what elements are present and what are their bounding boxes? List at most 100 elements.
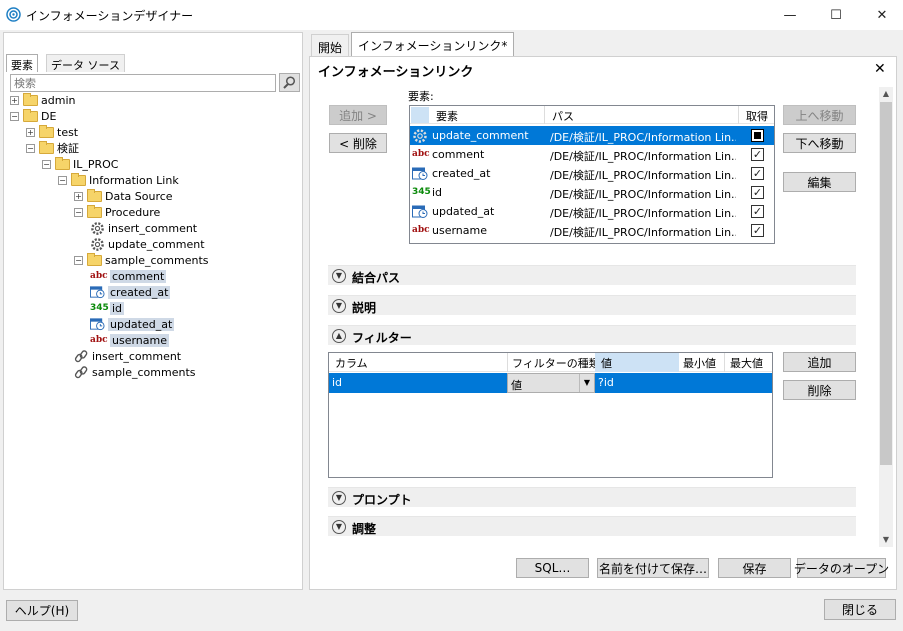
scroll-down-icon[interactable]: ▼ xyxy=(879,533,893,547)
tab-start[interactable]: 開始 xyxy=(311,34,350,56)
tree-item-updated-at[interactable]: updated_at xyxy=(90,316,175,332)
tab-information-link[interactable]: インフォメーションリンク* xyxy=(351,32,515,57)
collapse-icon[interactable]: − xyxy=(10,111,19,121)
maximize-button[interactable]: ☐ xyxy=(813,0,859,30)
filter-row[interactable]: id 値 ▼ ?id xyxy=(329,373,772,393)
table-row[interactable]: updated_at /DE/検証/IL_PROC/Information Li… xyxy=(410,202,774,221)
collapse-icon[interactable]: − xyxy=(74,255,83,265)
filter-table: カラム フィルターの種類 値 最小値 最大値 id 値 ▼ ?id xyxy=(328,352,773,478)
folder-icon xyxy=(87,188,102,202)
tree-item-de[interactable]: − DE xyxy=(10,108,56,124)
column-header-filter-type[interactable]: フィルターの種類 xyxy=(512,355,600,371)
tree-item-comment[interactable]: abc comment xyxy=(90,268,167,284)
tree-item-information-link[interactable]: − Information Link xyxy=(58,172,179,188)
column-header-element[interactable]: 要素 xyxy=(436,108,458,124)
search-input[interactable] xyxy=(10,74,276,92)
table-row[interactable]: abc username /DE/検証/IL_PROC/Information … xyxy=(410,221,774,240)
tree-item-sample-comments[interactable]: − sample_comments xyxy=(74,252,209,268)
close-button[interactable]: 閉じる xyxy=(824,599,896,620)
close-panel-icon[interactable]: ✕ xyxy=(874,61,886,77)
expand-icon[interactable]: + xyxy=(10,95,19,105)
sql-button[interactable]: SQL… xyxy=(516,558,589,578)
scroll-up-icon[interactable]: ▲ xyxy=(879,87,893,101)
number-icon: 345 xyxy=(412,187,431,197)
folder-icon xyxy=(87,252,102,266)
save-as-button[interactable]: 名前を付けて保存… xyxy=(597,558,709,578)
fetch-checkbox[interactable]: ✓ xyxy=(751,186,764,199)
filter-type-select[interactable]: 値 ▼ xyxy=(507,373,595,393)
tree-item-procedure[interactable]: − Procedure xyxy=(74,204,160,220)
collapse-icon[interactable]: − xyxy=(26,143,35,153)
chevron-down-icon: ▼ xyxy=(332,299,346,313)
elements-table: 要素 パス 取得 update_comment /DE/検証/IL_PROC/I… xyxy=(409,105,775,244)
scrollbar-thumb[interactable] xyxy=(880,102,892,465)
tree-item-created-at[interactable]: created_at xyxy=(90,284,171,300)
fetch-checkbox[interactable]: ✓ xyxy=(751,148,764,161)
fetch-checkbox[interactable]: ✓ xyxy=(751,224,764,237)
move-up-button[interactable]: 上へ移動 xyxy=(783,105,856,125)
tree-item-update-comment[interactable]: update_comment xyxy=(90,236,205,252)
tree-item-id[interactable]: 345 id xyxy=(90,300,125,316)
column-header-min[interactable]: 最小値 xyxy=(683,355,716,371)
expand-icon[interactable]: + xyxy=(26,127,35,137)
section-description[interactable]: ▼ 説明 xyxy=(328,295,856,315)
fetch-checkbox[interactable]: ✓ xyxy=(751,205,764,218)
move-down-button[interactable]: 下へ移動 xyxy=(783,133,856,153)
tree-item-kensho[interactable]: − 検証 xyxy=(26,140,79,156)
folder-icon xyxy=(23,92,38,106)
cell-value: ?id xyxy=(598,376,614,389)
fetch-checkbox[interactable] xyxy=(751,129,764,142)
table-row[interactable]: abc comment /DE/検証/IL_PROC/Information L… xyxy=(410,145,774,164)
table-row[interactable]: update_comment /DE/検証/IL_PROC/Informatio… xyxy=(410,126,774,145)
left-panel: 要素 データ ソース +admin −DE +test −検証 −IL_PROC… xyxy=(3,32,303,590)
minimize-button[interactable]: — xyxy=(767,0,813,30)
section-adjust[interactable]: ▼ 調整 xyxy=(328,516,856,536)
fetch-checkbox[interactable]: ✓ xyxy=(751,167,764,180)
folder-icon xyxy=(39,140,54,154)
filter-add-button[interactable]: 追加 xyxy=(783,352,856,372)
collapse-icon[interactable]: − xyxy=(74,207,83,217)
folder-icon xyxy=(23,108,38,122)
add-element-button[interactable]: 追加 > xyxy=(329,105,387,125)
table-row[interactable]: 345 id /DE/検証/IL_PROC/Information Lin...… xyxy=(410,183,774,202)
tree-item-username[interactable]: abc username xyxy=(90,332,169,348)
expand-icon[interactable]: + xyxy=(74,191,83,201)
tree-item-admin[interactable]: + admin xyxy=(10,92,75,108)
section-filter[interactable]: ▲ フィルター xyxy=(328,325,856,345)
tree-item-test[interactable]: + test xyxy=(26,124,78,140)
section-join-path[interactable]: ▼ 結合パス xyxy=(328,265,856,285)
column-header-path[interactable]: パス xyxy=(552,108,574,124)
calendar-icon xyxy=(412,167,428,180)
folder-icon xyxy=(87,204,102,218)
tree-item-data-source[interactable]: + Data Source xyxy=(74,188,173,204)
column-header-column[interactable]: カラム xyxy=(335,355,368,371)
column-header-value[interactable]: 値 xyxy=(601,355,612,371)
abc-icon: abc xyxy=(90,271,108,281)
close-window-button[interactable]: ✕ xyxy=(859,0,903,30)
chevron-down-icon: ▼ xyxy=(332,269,346,283)
collapse-icon[interactable]: − xyxy=(58,175,67,185)
collapse-icon[interactable]: − xyxy=(42,159,51,169)
vertical-scrollbar[interactable]: ▲ ▼ xyxy=(879,87,893,547)
gear-icon xyxy=(91,221,104,235)
edit-button[interactable]: 編集 xyxy=(783,172,856,192)
tree-item-il-proc[interactable]: − IL_PROC xyxy=(42,156,119,172)
section-prompt[interactable]: ▼ プロンプト xyxy=(328,487,856,507)
help-button[interactable]: ヘルプ(H) xyxy=(6,600,78,621)
table-row[interactable]: created_at /DE/検証/IL_PROC/Information Li… xyxy=(410,164,774,183)
calendar-icon xyxy=(90,318,105,331)
filter-remove-button[interactable]: 削除 xyxy=(783,380,856,400)
save-button[interactable]: 保存 xyxy=(718,558,791,578)
open-data-button[interactable]: データのオープン xyxy=(794,558,889,578)
tree-item-insert-comment[interactable]: insert_comment xyxy=(90,220,197,236)
tree-item-link-insert-comment[interactable]: insert_comment xyxy=(74,348,181,364)
cell-element: comment xyxy=(432,148,485,161)
tree-item-link-sample-comments[interactable]: sample_comments xyxy=(74,364,196,380)
tab-elements[interactable]: 要素 xyxy=(6,54,38,72)
tab-data-source[interactable]: データ ソース xyxy=(46,54,125,72)
cell-element: updated_at xyxy=(432,205,495,218)
column-header-max[interactable]: 最大値 xyxy=(730,355,763,371)
remove-element-button[interactable]: < 削除 xyxy=(329,133,387,153)
search-button[interactable] xyxy=(279,73,300,92)
column-header-fetch[interactable]: 取得 xyxy=(746,108,768,124)
